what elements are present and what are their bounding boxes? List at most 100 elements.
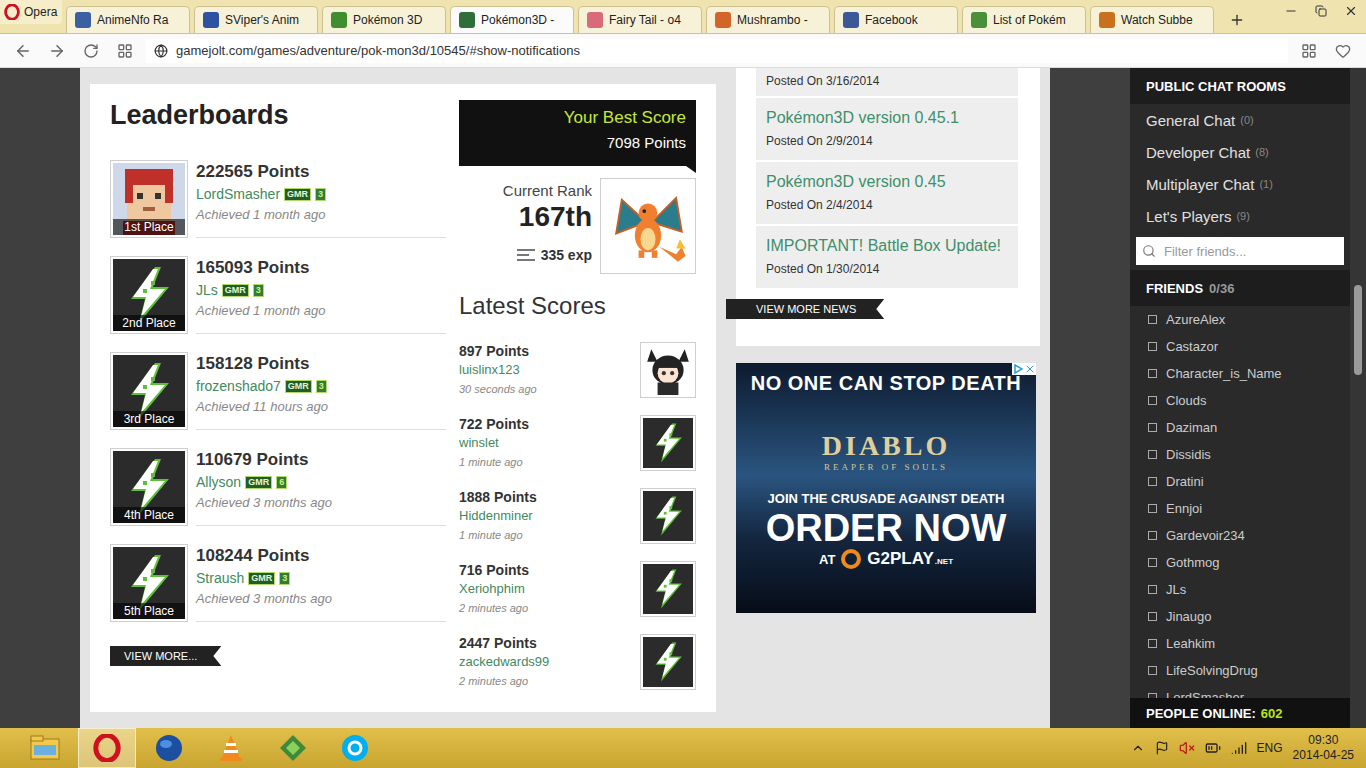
page-scrollbar[interactable]	[1350, 68, 1366, 728]
my-avatar[interactable]	[600, 178, 696, 274]
taskbar-app[interactable]	[202, 728, 260, 768]
friend-row[interactable]: Dratini	[1130, 468, 1350, 495]
opera-menu-button[interactable]: Opera	[0, 0, 62, 24]
user-link[interactable]: frozenshado7	[196, 377, 281, 395]
user-link[interactable]: winslet	[459, 434, 529, 452]
latest-score-info: 716 PointsXeriohphim2 minutes ago	[459, 561, 529, 617]
view-more-button[interactable]: VIEW MORE...	[110, 646, 221, 666]
latest-score-avatar[interactable]	[640, 342, 696, 398]
user-link[interactable]: Hiddenminer	[459, 507, 537, 525]
leaderboard-avatar[interactable]: 1st Place	[110, 160, 188, 238]
friend-row[interactable]: Gothmog	[1130, 549, 1350, 576]
friend-row[interactable]: Castazor	[1130, 333, 1350, 360]
forward-button[interactable]	[44, 38, 70, 64]
user-link[interactable]: Xeriohphim	[459, 580, 529, 598]
user-link[interactable]: zackedwards99	[459, 653, 549, 671]
user-link[interactable]: Allyson	[196, 473, 241, 491]
friend-row[interactable]: Jinaugo	[1130, 603, 1350, 630]
news-title-link[interactable]: Pokémon3D version 0.45	[766, 172, 1008, 192]
clock[interactable]: 09:302014-04-25	[1293, 733, 1354, 763]
reload-button[interactable]	[78, 38, 104, 64]
browser-tab[interactable]: Pokémon 3D	[322, 6, 446, 33]
chat-room[interactable]: Let's Players(9)	[1130, 200, 1350, 232]
taskbar-app[interactable]	[16, 728, 74, 768]
latest-score-avatar[interactable]	[640, 415, 696, 471]
latest-score-avatar[interactable]	[640, 488, 696, 544]
taskbar-app[interactable]	[78, 728, 136, 768]
close-button[interactable]	[1336, 0, 1366, 22]
bookmark-button[interactable]	[1330, 38, 1356, 64]
friend-row[interactable]: JLs	[1130, 576, 1350, 603]
user-link[interactable]: LordSmasher	[196, 185, 280, 203]
default-avatar-icon	[643, 418, 693, 468]
friend-row[interactable]: Dissidis	[1130, 441, 1350, 468]
latest-score-avatar[interactable]	[640, 634, 696, 690]
news-posted: Posted On 2/9/2014	[766, 132, 1008, 150]
leaderboard-avatar[interactable]: 5th Place	[110, 544, 188, 622]
friend-row[interactable]: LordSmasher	[1130, 684, 1350, 698]
user-link[interactable]: Straush	[196, 569, 244, 587]
friend-row[interactable]: Leahkim	[1130, 630, 1350, 657]
friend-filter-input[interactable]	[1162, 243, 1338, 260]
browser-tab[interactable]: Facebook	[834, 6, 958, 33]
news-title-link[interactable]: IMPORTANT! Battle Box Update!	[766, 236, 1008, 256]
score-points: 108244 Points	[196, 545, 446, 567]
speed-dial-button[interactable]	[112, 38, 138, 64]
url-field[interactable]: gamejolt.com/games/adventure/pok-mon3d/1…	[146, 39, 1288, 63]
browser-tab[interactable]: Fairy Tail - o4	[578, 6, 702, 33]
leaderboard-avatar[interactable]: 3rd Place	[110, 352, 188, 430]
friend-row[interactable]: AzureAlex	[1130, 306, 1350, 333]
browser-tab[interactable]: List of Pokém	[962, 6, 1086, 33]
scrollbar-thumb[interactable]	[1354, 285, 1362, 375]
minimize-button[interactable]	[1276, 0, 1306, 22]
room-count: (8)	[1255, 146, 1268, 158]
ad-choices[interactable]	[1012, 363, 1036, 375]
taskbar-app[interactable]	[140, 728, 198, 768]
default-avatar-icon	[643, 637, 693, 687]
latest-score-avatar[interactable]	[640, 561, 696, 617]
back-button[interactable]	[10, 38, 36, 64]
friend-row[interactable]: Gardevoir234	[1130, 522, 1350, 549]
browser-tab[interactable]: Mushrambo -	[706, 6, 830, 33]
restore-button[interactable]	[1306, 0, 1336, 22]
battery-icon[interactable]	[1205, 740, 1221, 756]
news-title-link[interactable]: Pokémon3D version 0.45.1	[766, 108, 1008, 128]
friend-row[interactable]: Ennjoi	[1130, 495, 1350, 522]
window-controls	[1276, 0, 1366, 22]
input-language[interactable]: ENG	[1257, 741, 1283, 755]
default-avatar-icon	[643, 491, 693, 541]
browser-tab[interactable]: SViper's Anim	[194, 6, 318, 33]
friend-row[interactable]: Character_is_Name	[1130, 360, 1350, 387]
friend-row[interactable]: Daziman	[1130, 414, 1350, 441]
network-icon[interactable]	[1231, 740, 1247, 756]
friend-row[interactable]: Clouds	[1130, 387, 1350, 414]
user-link[interactable]: luislinx123	[459, 361, 537, 379]
show-hidden-icon[interactable]	[1131, 741, 1145, 755]
ad-banner[interactable]: NO ONE CAN STOP DEATHDIABLOREAPER OF SOU…	[736, 363, 1036, 613]
user-link[interactable]: JLs	[196, 281, 218, 299]
tiles-button[interactable]	[1296, 38, 1322, 64]
ad-choices-icon	[1012, 363, 1024, 375]
action-center-icon[interactable]	[1155, 741, 1169, 755]
leaderboard-avatar[interactable]: 4th Place	[110, 448, 188, 526]
speaker-muted-icon[interactable]	[1179, 740, 1195, 756]
favicon-icon	[587, 12, 603, 28]
chat-room[interactable]: Multiplayer Chat(1)	[1130, 168, 1350, 200]
latest-score-row: 1888 PointsHiddenminer1 minute ago	[459, 488, 696, 561]
score-column: Your Best Score7098 PointsCurrent Rank16…	[459, 98, 696, 712]
browser-tab[interactable]: AnimeNfo Ra	[66, 6, 190, 33]
friend-row[interactable]: LifeSolvingDrug	[1130, 657, 1350, 684]
chat-room[interactable]: Developer Chat(8)	[1130, 136, 1350, 168]
browser-tab[interactable]: Watch Subbe	[1090, 6, 1214, 33]
place-label: 1st Place	[113, 219, 185, 235]
taskbar-app[interactable]	[264, 728, 322, 768]
friend-status-icon	[1148, 504, 1157, 513]
new-tab-button[interactable]	[1224, 7, 1250, 33]
leaderboard-avatar[interactable]: 2nd Place	[110, 256, 188, 334]
level-badge: 6	[276, 476, 287, 489]
taskbar-app[interactable]	[326, 728, 384, 768]
news-column: Posted On 3/16/2014Pokémon3D version 0.4…	[726, 68, 1040, 613]
browser-tab[interactable]: Pokémon3D -	[450, 6, 574, 33]
view-more-news-button[interactable]: VIEW MORE NEWS	[726, 299, 884, 319]
chat-room[interactable]: General Chat(0)	[1130, 104, 1350, 136]
